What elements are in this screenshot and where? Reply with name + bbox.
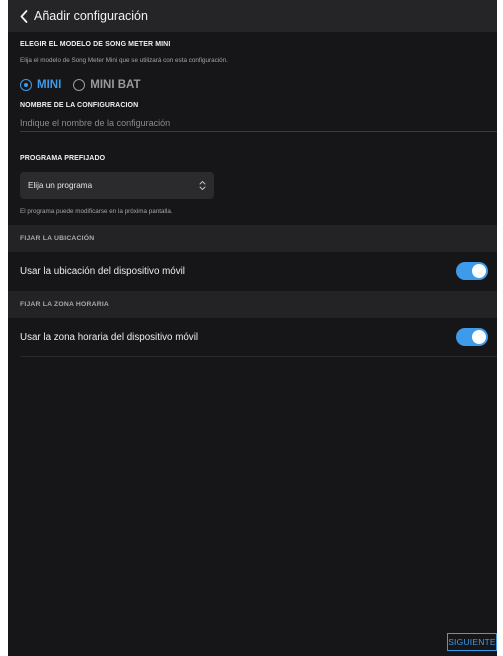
- name-section-title: NOMBRE DE LA CONFIGURACION: [20, 102, 139, 109]
- radio-mini-bat-label: MINI BAT: [90, 79, 141, 91]
- radio-selected-icon: [20, 79, 32, 91]
- radio-mini[interactable]: MINI: [20, 79, 61, 91]
- timezone-toggle[interactable]: [456, 328, 488, 346]
- program-section-title: PROGRAMA PREFIJADO: [20, 155, 106, 162]
- location-section-header: FIJAR LA UBICACIÓN: [8, 225, 497, 252]
- location-toggle-label: Usar la ubicación del dispositivo móvil: [20, 265, 185, 277]
- location-header-label: FIJAR LA UBICACIÓN: [20, 235, 95, 242]
- timezone-header-label: FIJAR LA ZONA HORARIA: [20, 301, 110, 308]
- radio-unselected-icon: [73, 79, 86, 91]
- list-divider: [20, 356, 497, 357]
- radio-mini-bat[interactable]: MINI BAT: [73, 79, 141, 91]
- program-select-value: Elija un programa: [28, 181, 93, 190]
- page-title: Añadir configuración: [34, 9, 148, 23]
- model-section-title: ELEGIR EL MODELO DE SONG METER MINI: [20, 41, 171, 48]
- model-section-description: Elija el modelo de Song Meter Mini que s…: [20, 57, 228, 64]
- program-select[interactable]: Elija un programa: [20, 172, 214, 199]
- program-note: El programa puede modificarse en la próx…: [20, 208, 173, 215]
- configuration-name-input[interactable]: Indique el nombre de la configuración: [20, 115, 497, 132]
- timezone-toggle-label: Usar la zona horaria del dispositivo móv…: [20, 331, 199, 343]
- next-button[interactable]: SIGUIENTE: [447, 633, 497, 651]
- app-screen: Añadir configuración ELEGIR EL MODELO DE…: [8, 0, 497, 656]
- nav-bar: Añadir configuración: [8, 0, 497, 32]
- radio-mini-label: MINI: [37, 79, 62, 91]
- model-radio-group: MINI MINI BAT: [20, 77, 153, 93]
- location-toggle-row: Usar la ubicación del dispositivo móvil: [8, 252, 497, 290]
- back-button[interactable]: Añadir configuración: [20, 9, 148, 23]
- chevron-left-icon: [20, 9, 28, 23]
- timezone-toggle-row: Usar la zona horaria del dispositivo móv…: [8, 318, 497, 356]
- chevron-up-down-icon: [199, 180, 206, 191]
- timezone-section-header: FIJAR LA ZONA HORARIA: [8, 291, 497, 318]
- location-toggle[interactable]: [456, 262, 488, 280]
